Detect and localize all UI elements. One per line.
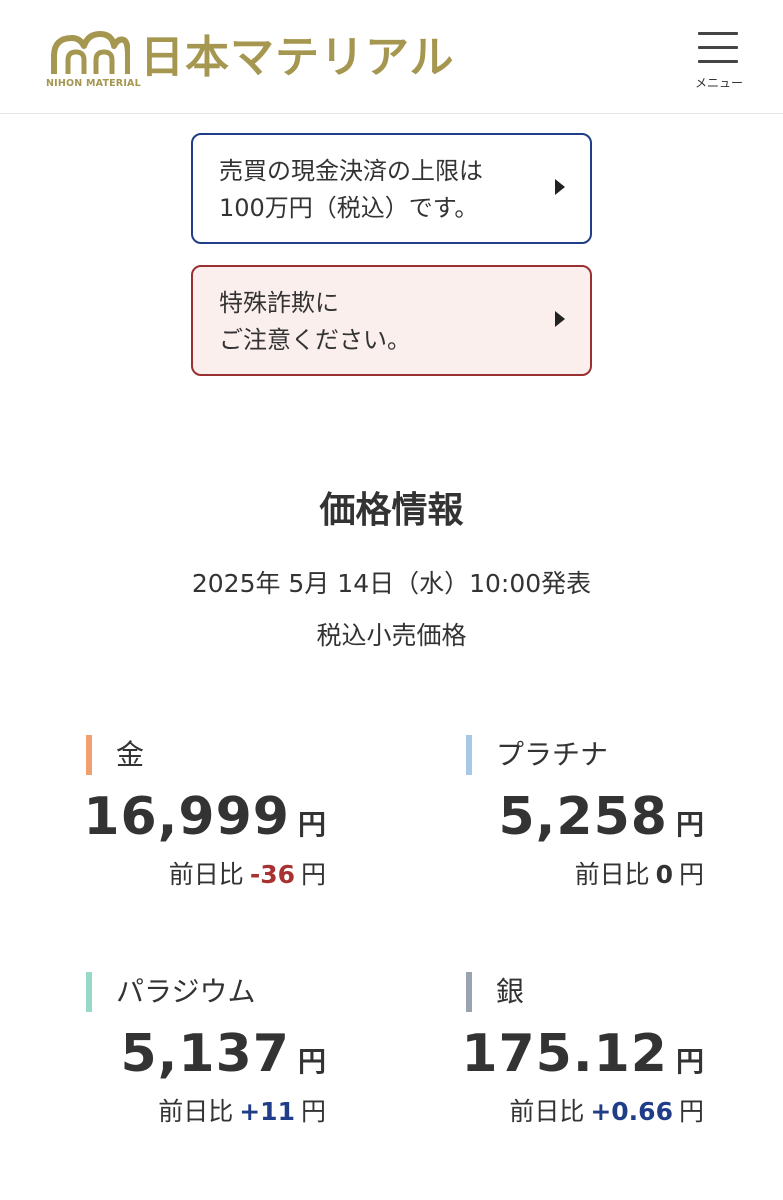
section-title: 価格情報: [319, 490, 464, 531]
notice-line: 100万円（税込）です。: [219, 194, 479, 222]
price-row: 5,137 円: [121, 1022, 327, 1086]
caret-right-icon: [555, 311, 565, 327]
change-value: +0.66: [590, 1097, 673, 1126]
change-row: 前日比 +0.66 円: [509, 1092, 704, 1132]
logo-name: 日本マテリアル: [140, 32, 455, 83]
menu-label: メニュー: [694, 76, 743, 90]
change-value: 0: [655, 860, 673, 889]
logo-subtitle: NIHON MATERIAL: [46, 78, 141, 89]
price-row: 16,999 円: [83, 785, 326, 849]
metal-name: 金: [116, 738, 145, 771]
announcement-date: 2025年 5月 14日（水）10:00発表: [191, 569, 592, 598]
fraud-warning-notice-link[interactable]: 特殊詐欺に ご注意ください。: [191, 265, 592, 376]
mountain-logo-icon: [51, 31, 130, 74]
price-row: 175.12 円: [461, 1022, 704, 1086]
notice-line: ご注意ください。: [219, 326, 411, 354]
price-value: 5,137: [120, 1024, 290, 1084]
notice-line: 売買の現金決済の上限は: [219, 157, 483, 185]
change-unit: 円: [678, 860, 704, 889]
metal-name: 銀: [496, 975, 525, 1008]
change-row: 前日比 +11 円: [158, 1092, 326, 1132]
change-row: 前日比 0 円: [575, 855, 704, 895]
metal-card-silver: 銀 175.12 円 前日比 +0.66 円: [461, 972, 704, 1152]
price-value: 5,258: [498, 787, 668, 847]
price-value: 175.12: [461, 1024, 668, 1084]
logo[interactable]: NIHON MATERIAL 日本マテリアル: [46, 28, 454, 90]
change-unit: 円: [300, 860, 326, 889]
accent-bar: [86, 972, 92, 1012]
caret-right-icon: [555, 179, 565, 195]
metal-card-platinum: プラチナ 5,258 円 前日比 0 円: [466, 735, 704, 915]
change-value: -36: [249, 860, 295, 889]
metal-card-gold: 金 16,999 円 前日比 -36 円: [83, 735, 326, 915]
hamburger-icon: [698, 32, 738, 35]
metal-name: パラジウム: [116, 975, 256, 1008]
price-unit: 円: [297, 808, 326, 841]
change-label: 前日比: [574, 860, 650, 889]
site-header: NIHON MATERIAL 日本マテリアル メニュー: [0, 0, 783, 114]
menu-button[interactable]: メニュー: [690, 30, 748, 92]
hamburger-icon: [698, 60, 738, 63]
change-unit: 円: [678, 1097, 704, 1126]
cash-limit-notice-link[interactable]: 売買の現金決済の上限は 100万円（税込）です。: [191, 133, 592, 244]
change-label: 前日比: [509, 1097, 585, 1126]
accent-bar: [86, 735, 92, 775]
price-row: 5,258 円: [499, 785, 705, 849]
price-unit: 円: [297, 1045, 326, 1078]
change-unit: 円: [300, 1097, 326, 1126]
price-unit: 円: [675, 808, 704, 841]
change-value: +11: [239, 1097, 295, 1126]
notice-line: 特殊詐欺に: [219, 289, 339, 317]
change-label: 前日比: [168, 860, 244, 889]
accent-bar: [466, 972, 472, 1012]
change-row: 前日比 -36 円: [169, 855, 326, 895]
metal-name: プラチナ: [496, 738, 609, 771]
price-value: 16,999: [83, 787, 290, 847]
price-unit: 円: [675, 1045, 704, 1078]
change-label: 前日比: [158, 1097, 234, 1126]
notice-text: 売買の現金決済の上限は 100万円（税込）です。: [219, 153, 483, 227]
hamburger-icon: [698, 46, 738, 49]
metal-card-palladium: パラジウム 5,137 円 前日比 +11 円: [86, 972, 326, 1152]
price-type-label: 税込小売価格: [316, 621, 467, 650]
accent-bar: [466, 735, 472, 775]
notice-text: 特殊詐欺に ご注意ください。: [219, 285, 411, 359]
